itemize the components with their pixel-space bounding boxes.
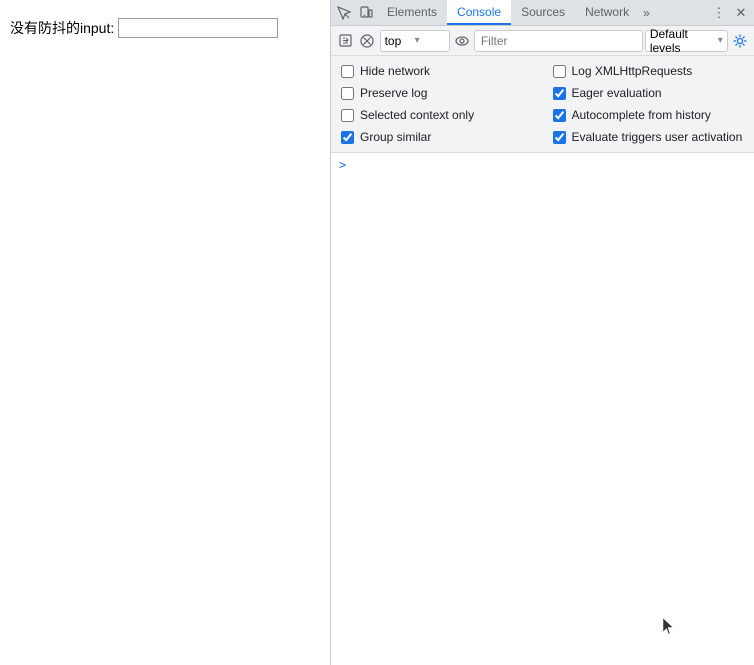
inspector-icon[interactable] [333, 2, 355, 24]
more-options-icon[interactable]: ⋮ [708, 2, 730, 24]
device-icon[interactable] [355, 2, 377, 24]
setting-preserve-log[interactable]: Preserve log [341, 84, 533, 102]
checkbox-group-similar[interactable] [341, 131, 354, 144]
level-select[interactable]: Default levels ▾ [645, 30, 728, 52]
tab-network[interactable]: Network [575, 0, 639, 25]
checkbox-preserve-log[interactable] [341, 87, 354, 100]
tab-sources[interactable]: Sources [511, 0, 575, 25]
checkbox-selected-context-only[interactable] [341, 109, 354, 122]
context-select[interactable]: top ▾ [380, 30, 450, 52]
filter-input[interactable] [474, 30, 643, 52]
console-content[interactable]: > [331, 153, 754, 665]
execute-button[interactable] [335, 30, 355, 52]
setting-evaluate-triggers[interactable]: Evaluate triggers user activation [553, 128, 745, 146]
checkbox-evaluate-triggers[interactable] [553, 131, 566, 144]
page-input[interactable] [118, 18, 278, 38]
tabs-row: Elements Console Sources Network » ⋮ ✕ [331, 0, 754, 26]
checkbox-log-xmlhttp[interactable] [553, 65, 566, 78]
close-devtools-icon[interactable]: ✕ [730, 2, 752, 24]
setting-eager-eval[interactable]: Eager evaluation [553, 84, 745, 102]
setting-group-similar[interactable]: Group similar [341, 128, 533, 146]
page-area: 没有防抖的input: [0, 0, 330, 665]
settings-panel: Hide network Log XMLHttpRequests Preserve … [331, 56, 754, 153]
console-prompt-line: > [331, 155, 754, 175]
level-select-arrow: ▾ [718, 35, 723, 46]
tabs-overflow[interactable]: » [639, 6, 654, 20]
eye-button[interactable] [452, 30, 472, 52]
setting-selected-context-only[interactable]: Selected context only [341, 106, 533, 124]
setting-hide-network[interactable]: Hide network [341, 62, 533, 80]
setting-autocomplete-history[interactable]: Autocomplete from history [553, 106, 745, 124]
setting-log-xmlhttp[interactable]: Log XMLHttpRequests [553, 62, 745, 80]
checkbox-hide-network[interactable] [341, 65, 354, 78]
checkbox-eager-eval[interactable] [553, 87, 566, 100]
checkbox-autocomplete-history[interactable] [553, 109, 566, 122]
context-select-arrow: ▾ [415, 35, 445, 46]
toolbar-row: top ▾ Default levels ▾ [331, 26, 754, 56]
prompt-arrow: > [339, 158, 346, 172]
page-label: 没有防抖的input: [10, 18, 114, 38]
clear-button[interactable] [357, 30, 377, 52]
devtools-panel: Elements Console Sources Network » ⋮ ✕ [330, 0, 754, 665]
settings-button[interactable] [730, 30, 750, 52]
tab-console[interactable]: Console [447, 0, 511, 25]
tabs-more-area: ⋮ ✕ [708, 2, 752, 24]
tab-elements[interactable]: Elements [377, 0, 447, 25]
